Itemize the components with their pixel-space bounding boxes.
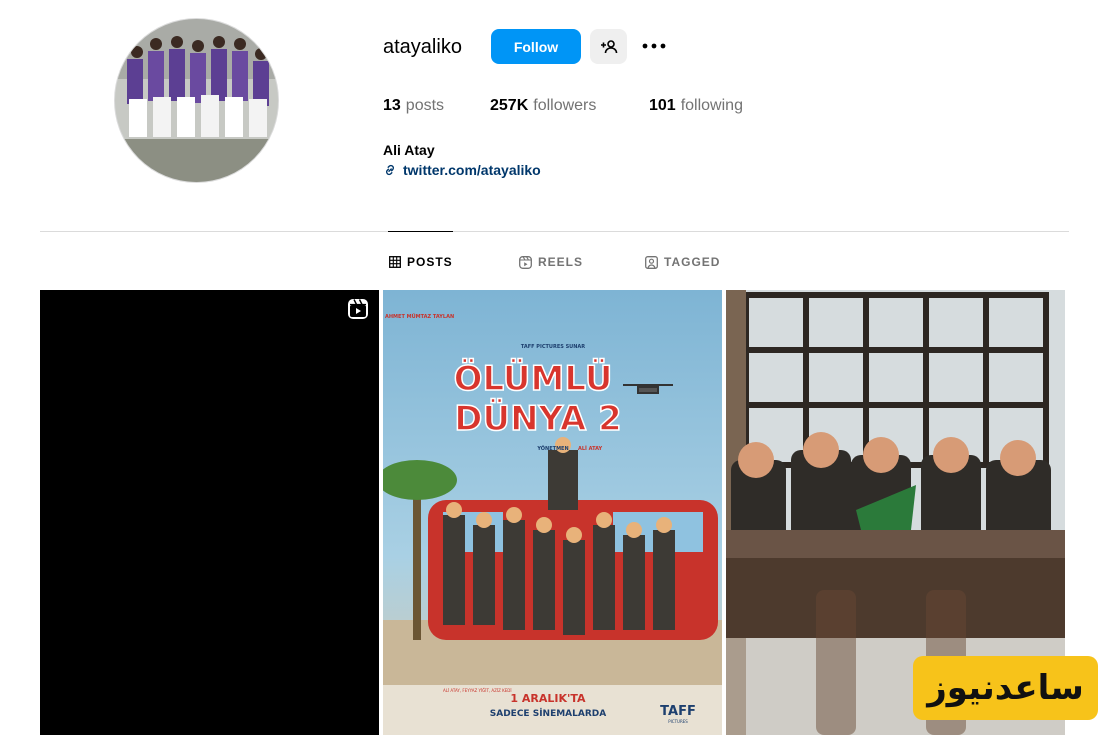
poster-director: ALİ ATAY [578, 445, 603, 452]
grid-icon [389, 256, 401, 268]
poster-cast-line: AHMET MÜMTAZ TAYLAN [385, 313, 454, 320]
poster-brand: TAFF [660, 704, 696, 719]
profile-username: atayaliko [383, 36, 462, 58]
profile-avatar[interactable] [114, 18, 279, 183]
add-person-icon [600, 39, 617, 53]
following-label: following [680, 97, 743, 114]
posts-count: 13 [383, 97, 401, 114]
tagged-icon [645, 255, 658, 269]
poster-credits: ALİ ATAY, FEYYAZ YİĞİT, AZİZ KEDİ [443, 688, 512, 693]
avatar-team-photo [115, 19, 278, 182]
profile-full-name: Ali Atay [383, 142, 435, 158]
post-reel[interactable] [40, 290, 379, 735]
following-count: 101 [649, 97, 676, 114]
movie-poster-image: AHMET MÜMTAZ TAYLAN TAFF PICTURES SUNAR … [383, 290, 722, 735]
followers-stat[interactable]: 257K followers [490, 96, 649, 116]
poster-director-prefix: YÖNETMEN [536, 445, 568, 452]
tab-tagged-label: TAGGED [664, 255, 721, 269]
link-icon [386, 164, 394, 176]
poster-release-note: SADECE SİNEMALARDA [490, 708, 606, 719]
poster-title-line2: DÜNYA 2 [454, 398, 621, 439]
posts-stat: 13 posts [383, 96, 490, 116]
profile-link[interactable]: twitter.com/atayaliko [383, 162, 541, 178]
tab-reels-label: REELS [538, 255, 584, 269]
profile-link-text: twitter.com/atayaliko [403, 162, 541, 178]
active-tab-indicator [388, 231, 453, 232]
followers-count: 257K [490, 97, 529, 114]
section-divider [40, 231, 1069, 232]
poster-title-line1: ÖLÜMLÜ [454, 358, 613, 399]
watermark-logo: ساعدنیوز [913, 656, 1098, 720]
tab-posts-label: POSTS [407, 255, 453, 269]
reels-icon [519, 255, 532, 269]
posts-label: posts [405, 97, 445, 114]
more-options-button[interactable] [637, 30, 671, 62]
poster-release-date: 1 ARALIK'TA [510, 692, 586, 705]
poster-brand-sub: PICTURES [668, 719, 688, 724]
post-movie-poster[interactable]: AHMET MÜMTAZ TAYLAN TAFF PICTURES SUNAR … [383, 290, 722, 735]
tab-reels[interactable]: REELS [519, 252, 583, 272]
reel-icon [348, 299, 368, 319]
tab-tagged[interactable]: TAGGED [645, 252, 720, 272]
tab-posts[interactable]: POSTS [389, 252, 453, 272]
ellipsis-icon [642, 43, 666, 49]
followers-label: followers [533, 97, 597, 114]
profile-stats: 13 posts 257K followers 101 following [383, 96, 743, 116]
poster-presenter: TAFF PICTURES SUNAR [521, 344, 585, 350]
follow-button[interactable]: Follow [491, 29, 581, 64]
following-stat[interactable]: 101 following [649, 96, 743, 116]
suggested-accounts-button[interactable] [590, 29, 627, 64]
